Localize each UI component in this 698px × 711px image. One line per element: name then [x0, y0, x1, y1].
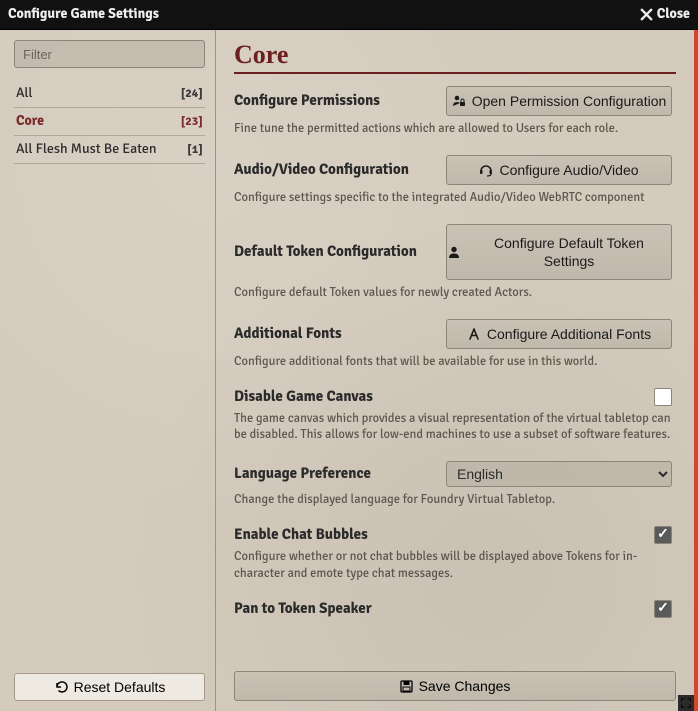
setting-disable-canvas: Disable Game Canvas The game canvas whic… — [234, 388, 672, 444]
setting-hint: Configure default Token values for newly… — [234, 284, 672, 301]
section-title: Core — [234, 40, 676, 74]
setting-label: Configure Permissions — [234, 92, 434, 110]
language-select[interactable]: English — [446, 461, 672, 487]
sidebar-footer: Reset Defaults — [14, 673, 205, 701]
footer: Save Changes — [234, 663, 676, 711]
save-icon — [400, 680, 413, 693]
button-label: Configure Default Token Settings — [467, 234, 671, 270]
font-icon — [467, 327, 481, 341]
setting-token: Default Token Configuration Configure De… — [234, 224, 672, 301]
main-panel: Core Configure Permissions Open Permissi… — [216, 30, 694, 711]
setting-label: Language Preference — [234, 465, 434, 483]
category-list: All [24] Core [23] All Flesh Must Be Eat… — [14, 80, 205, 164]
setting-label: Default Token Configuration — [234, 243, 434, 261]
category-count: [23] — [181, 114, 203, 129]
window-body: All [24] Core [23] All Flesh Must Be Eat… — [0, 30, 698, 711]
settings-window: Configure Game Settings Close All [24] C… — [0, 0, 698, 711]
setting-hint: The game canvas which provides a visual … — [234, 410, 672, 444]
user-lock-icon — [452, 94, 466, 108]
disable-canvas-checkbox[interactable] — [654, 388, 672, 406]
category-count: [24] — [181, 86, 203, 101]
button-label: Configure Additional Fonts — [487, 326, 651, 342]
setting-label: Pan to Token Speaker — [234, 600, 434, 618]
headset-icon — [479, 163, 493, 177]
undo-icon — [54, 680, 68, 694]
close-icon — [640, 8, 653, 21]
configure-av-button[interactable]: Configure Audio/Video — [446, 155, 672, 185]
setting-hint: Change the displayed language for Foundr… — [234, 491, 672, 508]
configure-token-button[interactable]: Configure Default Token Settings — [446, 224, 672, 280]
category-item-core[interactable]: Core [23] — [14, 108, 205, 136]
sidebar: All [24] Core [23] All Flesh Must Be Eat… — [0, 30, 216, 711]
chat-bubbles-checkbox[interactable] — [654, 526, 672, 544]
setting-hint: Configure settings specific to the integ… — [234, 189, 672, 206]
setting-hint: Configure whether or not chat bubbles wi… — [234, 548, 672, 582]
user-icon — [447, 245, 461, 259]
settings-list[interactable]: Configure Permissions Open Permission Co… — [234, 86, 676, 663]
expand-icon — [681, 698, 691, 708]
setting-hint: Configure additional fonts that will be … — [234, 353, 672, 370]
close-label: Close — [657, 6, 690, 23]
open-permission-config-button[interactable]: Open Permission Configuration — [446, 86, 672, 116]
button-label: Configure Audio/Video — [499, 162, 638, 178]
setting-label: Additional Fonts — [234, 325, 434, 343]
window-title: Configure Game Settings — [8, 6, 640, 23]
pan-token-checkbox[interactable] — [654, 600, 672, 618]
setting-av: Audio/Video Configuration Configure Audi… — [234, 155, 672, 206]
setting-label: Audio/Video Configuration — [234, 161, 434, 179]
category-label: All Flesh Must Be Eaten — [16, 141, 157, 158]
setting-pan-token: Pan to Token Speaker — [234, 600, 672, 618]
setting-label: Enable Chat Bubbles — [234, 526, 434, 544]
setting-chat-bubbles: Enable Chat Bubbles Configure whether or… — [234, 526, 672, 582]
titlebar: Configure Game Settings Close — [0, 0, 698, 30]
filter-input[interactable] — [14, 40, 205, 68]
configure-fonts-button[interactable]: Configure Additional Fonts — [446, 319, 672, 349]
reset-label: Reset Defaults — [74, 679, 166, 695]
setting-label: Disable Game Canvas — [234, 388, 434, 406]
setting-language: Language Preference English Change the d… — [234, 461, 672, 508]
category-label: All — [16, 85, 33, 102]
reset-defaults-button[interactable]: Reset Defaults — [14, 673, 205, 701]
category-count: [1] — [187, 142, 203, 157]
save-label: Save Changes — [419, 678, 511, 694]
category-item-all[interactable]: All [24] — [14, 80, 205, 108]
setting-permissions: Configure Permissions Open Permission Co… — [234, 86, 672, 137]
resize-handle[interactable] — [678, 695, 694, 711]
button-label: Open Permission Configuration — [472, 93, 667, 109]
save-changes-button[interactable]: Save Changes — [234, 671, 676, 701]
setting-fonts: Additional Fonts Configure Additional Fo… — [234, 319, 672, 370]
category-label: Core — [16, 113, 44, 130]
category-item-afmbe[interactable]: All Flesh Must Be Eaten [1] — [14, 136, 205, 164]
close-button[interactable]: Close — [640, 6, 690, 23]
setting-hint: Fine tune the permitted actions which ar… — [234, 120, 672, 137]
